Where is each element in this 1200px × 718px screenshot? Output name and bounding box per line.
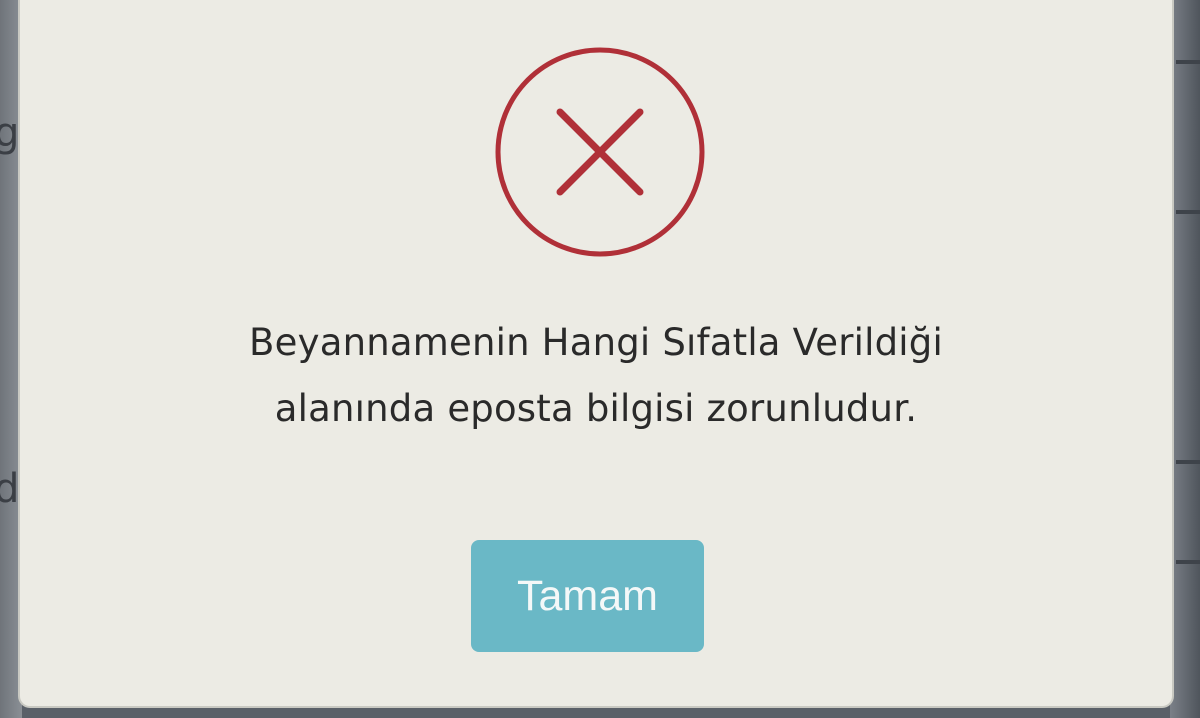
error-message-line: alanında eposta bilgisi zorunludur.	[274, 387, 918, 430]
background-divider	[1176, 560, 1200, 564]
error-dialog: Beyannamenin Hangi Sıfatla Verildiği ala…	[20, 0, 1172, 706]
background-divider	[1176, 60, 1200, 64]
background-page-left: g d	[0, 0, 22, 718]
background-divider	[1176, 460, 1200, 464]
background-page-right	[1170, 0, 1200, 718]
ok-button[interactable]: Tamam	[471, 540, 704, 652]
error-message-line: Beyannamenin Hangi Sıfatla Verildiği	[249, 321, 943, 364]
background-text-fragment: g	[0, 110, 20, 156]
error-x-circle-icon	[495, 47, 705, 257]
error-message: Beyannamenin Hangi Sıfatla Verildiği ala…	[20, 310, 1172, 442]
background-text-fragment: d	[0, 466, 20, 512]
background-divider	[1176, 210, 1200, 214]
